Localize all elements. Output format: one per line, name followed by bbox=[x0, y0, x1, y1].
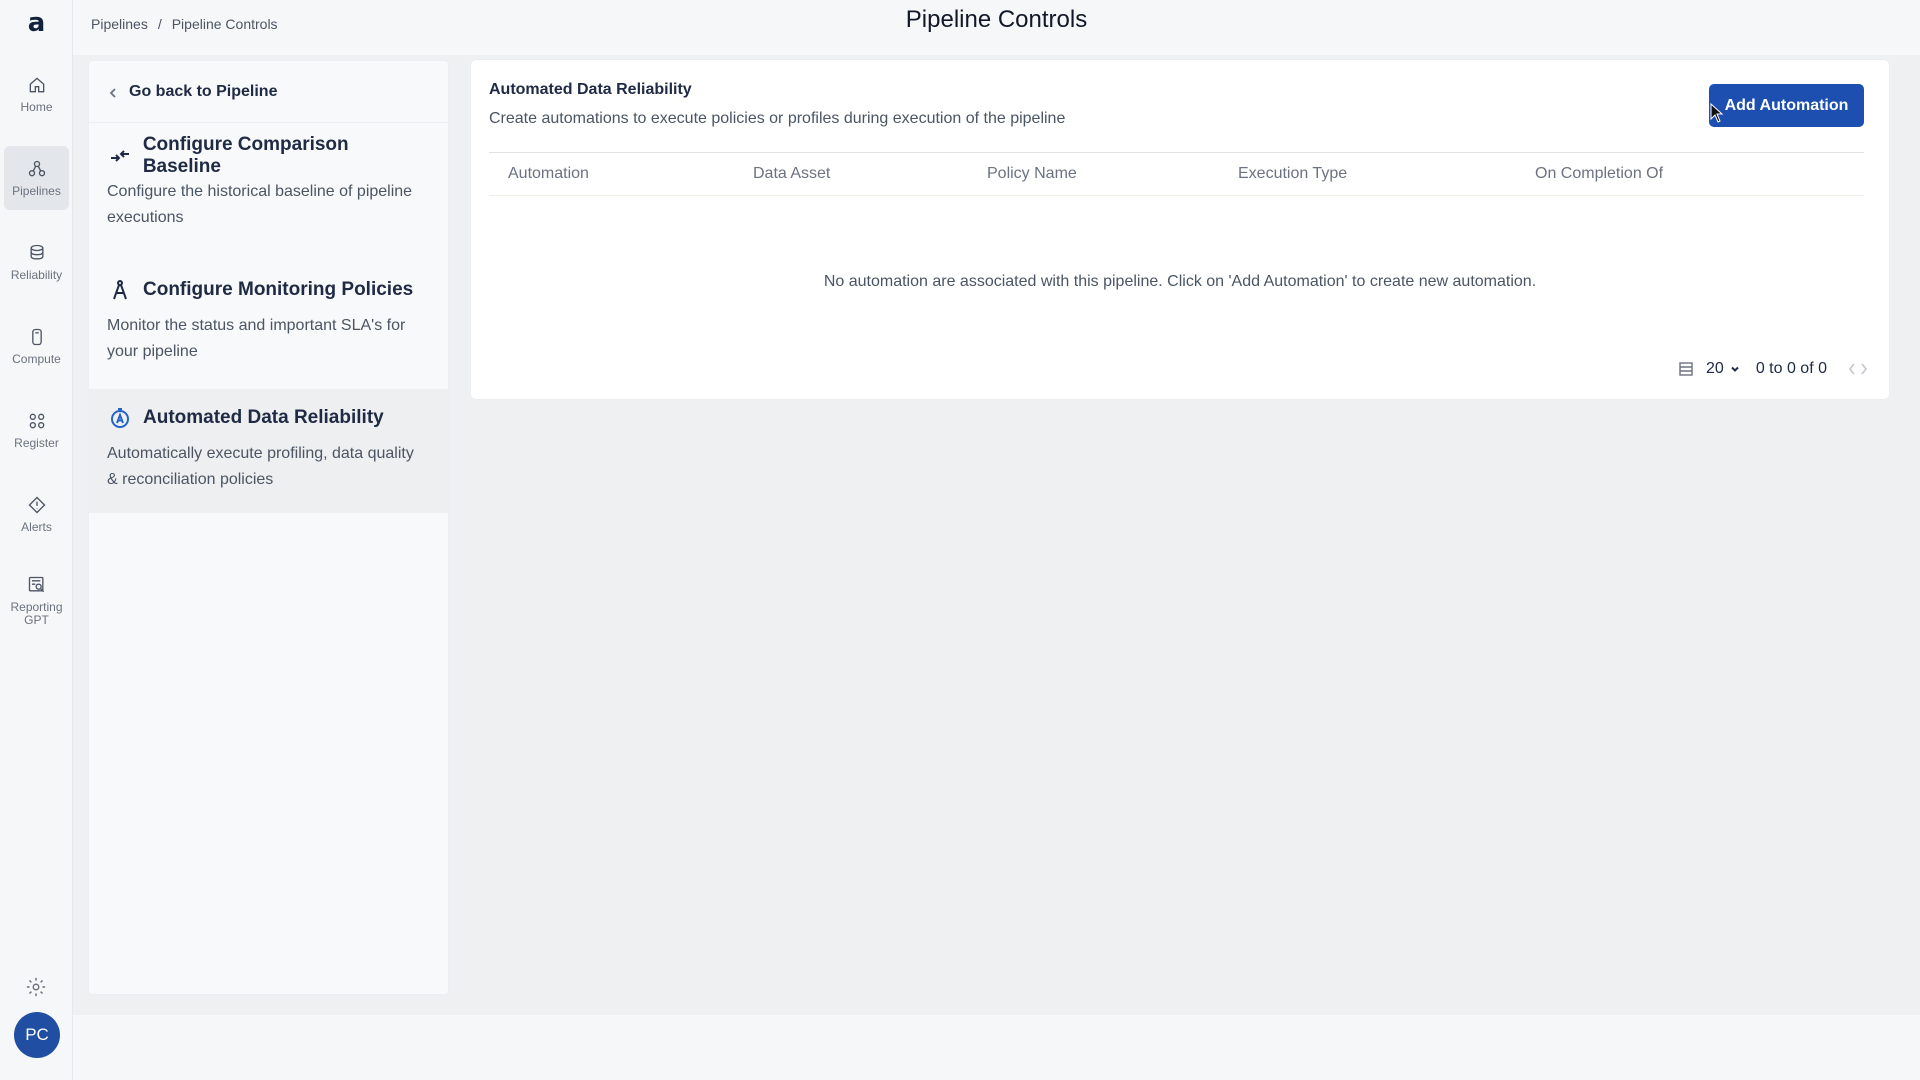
column-header-on-completion-of[interactable]: On Completion Of bbox=[1535, 165, 1663, 183]
control-monitoring-policies[interactable]: Configure Monitoring Policies Monitor th… bbox=[89, 275, 448, 395]
nav-label-compute: Compute bbox=[12, 351, 61, 366]
header: Pipelines / Pipeline Controls Pipeline C… bbox=[73, 0, 1920, 55]
go-back-link[interactable]: Go back to Pipeline bbox=[89, 61, 448, 123]
compute-icon bbox=[31, 328, 42, 345]
alerts-icon bbox=[28, 496, 45, 513]
pagination-range: 0 to 0 of 0 bbox=[1755, 360, 1827, 377]
chevron-left-icon bbox=[107, 86, 119, 98]
add-automation-button[interactable]: Add Automation bbox=[1709, 84, 1864, 127]
nav-label-alerts: Alerts bbox=[21, 519, 52, 534]
next-page-button[interactable] bbox=[1859, 362, 1869, 376]
nav-label-home: Home bbox=[20, 99, 53, 114]
reliability-icon bbox=[30, 244, 43, 260]
section-title: Automated Data Reliability bbox=[489, 81, 692, 98]
empty-state-message: No automation are associated with this p… bbox=[823, 273, 1537, 290]
table-header: Automation Data Asset Policy Name Execut… bbox=[489, 152, 1864, 196]
control-description: Monitor the status and important SLA's f… bbox=[107, 317, 406, 360]
column-header-execution-type[interactable]: Execution Type bbox=[1238, 165, 1347, 183]
register-icon bbox=[29, 413, 44, 428]
nav-item-register[interactable]: Register bbox=[4, 398, 69, 462]
nav-item-compute[interactable]: Compute bbox=[4, 314, 69, 378]
avatar[interactable]: PC bbox=[14, 1012, 60, 1058]
reporting-gpt-icon bbox=[28, 576, 44, 593]
column-header-policy-name[interactable]: Policy Name bbox=[987, 165, 1077, 183]
chevron-left-icon bbox=[1848, 363, 1855, 375]
automations-card: Automated Data Reliability Create automa… bbox=[470, 59, 1890, 400]
nav-item-reliability[interactable]: Reliability bbox=[4, 230, 69, 294]
go-back-label: Go back to Pipeline bbox=[129, 82, 278, 100]
column-header-data-asset[interactable]: Data Asset bbox=[753, 165, 830, 183]
nav-label-reliability: Reliability bbox=[10, 267, 63, 282]
nav-item-home[interactable]: Home bbox=[4, 62, 69, 126]
page-title: Pipeline Controls bbox=[905, 6, 1088, 33]
footer-strip bbox=[73, 1015, 1920, 1080]
chevron-down-icon bbox=[1731, 366, 1739, 372]
pagination: 20 0 to 0 of 0 bbox=[1678, 358, 1869, 380]
nav-item-pipelines[interactable]: Pipelines bbox=[4, 146, 69, 210]
section-subtitle: Create automations to execute policies o… bbox=[489, 110, 1066, 127]
page-size-value: 20 bbox=[1706, 360, 1724, 377]
home-icon bbox=[29, 76, 44, 92]
chevron-right-icon bbox=[1861, 363, 1868, 375]
app-logo[interactable]: a bbox=[0, 8, 73, 38]
rows-per-page-icon bbox=[1678, 361, 1694, 377]
column-header-automation[interactable]: Automation bbox=[508, 165, 589, 183]
nav-item-alerts[interactable]: Alerts bbox=[4, 482, 69, 546]
comparison-arrows-icon bbox=[107, 143, 133, 169]
nav-label-pipelines: Pipelines bbox=[12, 183, 61, 198]
controls-side-panel: Go back to Pipeline Configure Comparison… bbox=[88, 60, 449, 995]
control-comparison-baseline[interactable]: Configure Comparison Baseline Configure … bbox=[89, 134, 448, 261]
control-description: Configure the historical baseline of pip… bbox=[107, 183, 413, 226]
compass-icon bbox=[107, 277, 133, 303]
gear-icon bbox=[26, 977, 46, 997]
page-size-select[interactable]: 20 bbox=[1706, 360, 1740, 378]
control-title: Configure Comparison Baseline bbox=[142, 134, 349, 177]
settings-button[interactable] bbox=[25, 976, 47, 998]
control-title: Configure Monitoring Policies bbox=[143, 279, 414, 300]
control-automated-data-reliability[interactable]: Automated Data Reliability Automatically… bbox=[89, 389, 448, 513]
automation-timer-icon bbox=[107, 405, 133, 431]
nav-label-reporting-gpt: Reporting GPT bbox=[10, 600, 63, 627]
pipelines-icon bbox=[28, 160, 45, 176]
control-title: Automated Data Reliability bbox=[143, 407, 384, 428]
nav-item-reporting-gpt[interactable]: Reporting GPT bbox=[4, 566, 69, 636]
prev-page-button[interactable] bbox=[1847, 362, 1857, 376]
control-description: Automatically execute profiling, data qu… bbox=[107, 445, 414, 488]
mouse-cursor-icon bbox=[1710, 103, 1724, 123]
nav-label-register: Register bbox=[14, 435, 59, 450]
left-navigation: a Home Pipelines Reliability Compute Reg… bbox=[0, 0, 73, 1080]
